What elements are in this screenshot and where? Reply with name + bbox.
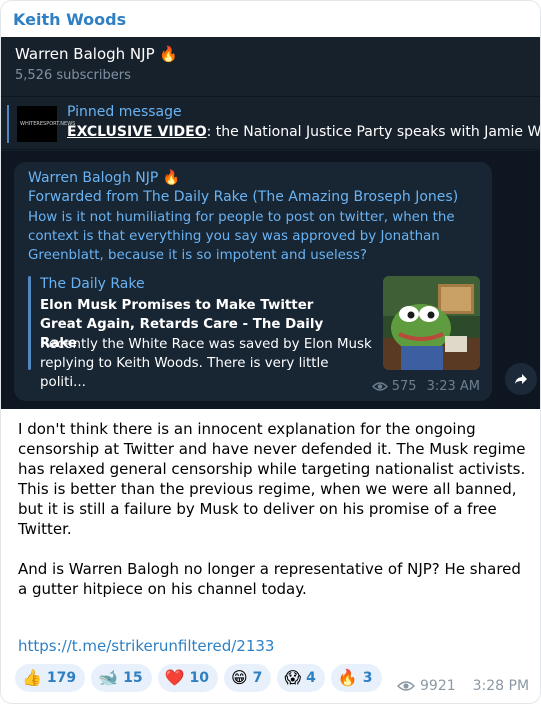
channel-subscribers: 5,526 subscribers: [15, 68, 131, 83]
pinned-label: Pinned message: [67, 104, 182, 120]
post-link[interactable]: https://t.me/strikerunfiltered/2133: [18, 637, 274, 655]
reaction-fire[interactable]: 🔥 3: [330, 664, 382, 692]
link-preview: The Daily Rake Elon Musk Promises to Mak…: [28, 276, 480, 390]
heart-icon: ❤️: [164, 668, 185, 687]
forwarded-from: Forwarded from The Daily Rake (The Amazi…: [28, 189, 459, 205]
reaction-heart[interactable]: ❤️ 10: [157, 664, 218, 692]
reaction-count: 3: [362, 670, 373, 686]
message-views: 575: [391, 379, 417, 394]
forwarded-message-bubble: Warren Balogh NJP 🔥 Forwarded from The D…: [14, 162, 492, 401]
post-body: I don't think there is an innocent expla…: [18, 419, 533, 599]
frog-illustration: [383, 276, 480, 370]
thumbs-up-icon: 👍: [22, 668, 42, 687]
reaction-count: 7: [252, 670, 263, 686]
post-paragraph: I don't think there is an innocent expla…: [18, 420, 526, 538]
reaction-grin[interactable]: 😁 7: [223, 664, 272, 692]
reaction-scream[interactable]: 😱 4: [277, 664, 325, 692]
reaction-count: 15: [123, 670, 143, 686]
message-text: How is it not humiliating for people to …: [28, 210, 455, 263]
message-sender: Warren Balogh NJP 🔥: [28, 170, 181, 186]
post-views: 9921: [420, 678, 456, 694]
channel-title: Warren Balogh NJP 🔥: [15, 45, 179, 63]
link-preview-site: The Daily Rake: [40, 276, 145, 292]
post-author[interactable]: Keith Woods: [13, 10, 126, 29]
scream-icon: 😱: [284, 668, 302, 687]
grin-icon: 😁: [230, 668, 248, 687]
pinned-bold-text: EXCLUSIVE VIDEO: [67, 124, 207, 140]
reaction-count: 10: [189, 670, 209, 686]
whale-icon: 🐋: [98, 668, 119, 687]
link-preview-image: [383, 276, 480, 370]
post-paragraph: And is Warren Balogh no longer a represe…: [18, 560, 521, 598]
pinned-message-bar: WHITERESPORT.NEWS Pinned message EXCLUSI…: [1, 96, 541, 150]
pinned-rest-text: : the National Justice Party speaks with…: [206, 124, 541, 140]
link-preview-accent: [28, 276, 31, 370]
eye-icon: [371, 382, 388, 391]
reaction-count: 4: [306, 670, 316, 686]
pinned-text: EXCLUSIVE VIDEO: the National Justice Pa…: [67, 124, 541, 140]
reaction-thumbs-up[interactable]: 👍 179: [15, 664, 86, 692]
message-time: 3:23 AM: [426, 379, 480, 394]
post-time: 3:28 PM: [472, 678, 530, 694]
reaction-count: 179: [46, 670, 77, 686]
reaction-whale[interactable]: 🐋 15: [91, 664, 152, 692]
share-arrow-icon: [515, 374, 527, 384]
post-card: Keith Woods Warren Balogh NJP 🔥 5,526 su…: [0, 0, 541, 704]
post-meta: 9921 3:28 PM: [397, 678, 529, 694]
share-button: [505, 363, 537, 395]
message-meta: 575 3:23 AM: [371, 379, 480, 394]
reactions-bar: 👍 179 🐋 15 ❤️ 10 😁 7 😱 4 🔥 3: [15, 664, 382, 692]
eye-icon: [397, 681, 415, 691]
pinned-thumbnail: WHITERESPORT.NEWS: [17, 106, 75, 142]
link-preview-description: Recently the White Race was saved by Elo…: [40, 337, 372, 390]
pinned-accent: [7, 105, 9, 143]
fire-icon: 🔥: [337, 668, 358, 687]
